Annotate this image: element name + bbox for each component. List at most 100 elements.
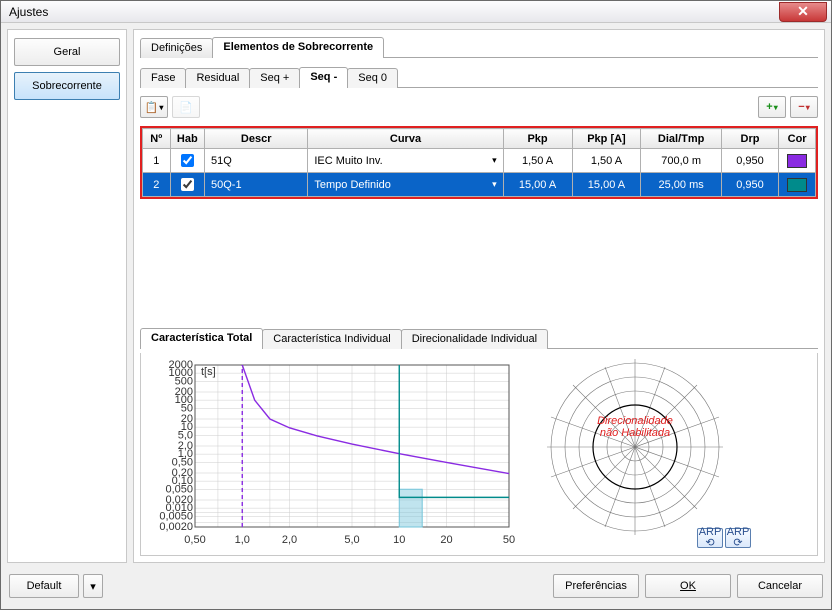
preferences-button[interactable]: Preferências <box>553 574 639 598</box>
sequence-tabs: Fase Residual Seq + Seq - Seq 0 <box>140 66 818 88</box>
window-title: Ajustes <box>1 5 48 19</box>
remove-button[interactable]: −▾ <box>790 96 818 118</box>
sidebar: Geral Sobrecorrente <box>7 29 127 563</box>
ok-button[interactable]: OK <box>645 574 731 598</box>
copy-button[interactable]: 📋▾ <box>140 96 168 118</box>
svg-text:0,50: 0,50 <box>184 534 205 546</box>
elements-table: Nº Hab Descr Curva Pkp Pkp [A] Dial/Tmp … <box>142 128 816 197</box>
chevron-down-icon: ▾ <box>90 581 96 593</box>
main-panel: Definições Elementos de Sobrecorrente Fa… <box>133 29 825 563</box>
time-current-chart: 0,00200,00500,0100,0200,0500,100,200,501… <box>147 359 517 549</box>
chart-tabs: Característica Total Característica Indi… <box>140 327 818 349</box>
arrow-right-icon: ⟳ <box>733 538 742 549</box>
cell-no: 2 <box>143 173 171 197</box>
polar-svg <box>525 359 745 549</box>
cell-pkp[interactable]: 1,50 A <box>503 149 572 173</box>
color-swatch[interactable] <box>787 178 807 192</box>
default-dropdown-button[interactable]: ▾ <box>83 574 103 598</box>
tab-direcionalidade-individual[interactable]: Direcionalidade Individual <box>401 329 548 349</box>
directionality-disabled-label: Direcionalidade não Habilitada <box>525 415 745 439</box>
col-cor[interactable]: Cor <box>779 129 816 149</box>
col-dial[interactable]: Dial/Tmp <box>641 129 721 149</box>
paste-button: 📄 <box>172 96 200 118</box>
directional-chart: Direcionalidade não Habilitada ARP⟲ ARP⟳ <box>525 359 745 549</box>
subtab-seq0[interactable]: Seq 0 <box>347 68 398 88</box>
paste-icon: 📄 <box>179 101 193 114</box>
col-pkp[interactable]: Pkp <box>503 129 572 149</box>
subtab-seqm[interactable]: Seq - <box>299 67 348 88</box>
subtab-fase[interactable]: Fase <box>140 68 186 88</box>
cell-drp[interactable]: 0,950 <box>721 149 778 173</box>
svg-text:2000: 2000 <box>169 359 193 371</box>
cell-descr[interactable]: 51Q <box>205 149 308 173</box>
svg-text:200: 200 <box>175 386 193 398</box>
chart-panel: 0,00200,00500,0100,0200,0500,100,200,501… <box>140 353 818 556</box>
svg-text:5,0: 5,0 <box>344 534 359 546</box>
col-curva[interactable]: Curva <box>308 129 503 149</box>
svg-text:50: 50 <box>503 534 515 546</box>
titlebar: Ajustes ✕ <box>1 1 831 23</box>
enable-checkbox[interactable] <box>181 178 194 191</box>
col-pkpa[interactable]: Pkp [A] <box>572 129 641 149</box>
subtab-residual[interactable]: Residual <box>185 68 250 88</box>
cell-pkpa[interactable]: 15,00 A <box>572 173 641 197</box>
cell-pkp[interactable]: 15,00 A <box>503 173 572 197</box>
cell-cor[interactable] <box>779 173 816 197</box>
arp-right-button[interactable]: ARP⟳ <box>725 528 751 548</box>
elements-table-outline: Nº Hab Descr Curva Pkp Pkp [A] Dial/Tmp … <box>140 126 818 199</box>
cell-no: 1 <box>143 149 171 173</box>
svg-text:2,0: 2,0 <box>282 534 297 546</box>
cell-hab[interactable] <box>170 149 204 173</box>
tab-elementos[interactable]: Elementos de Sobrecorrente <box>212 37 384 58</box>
table-empty-area <box>140 203 818 323</box>
enable-checkbox[interactable] <box>181 154 194 167</box>
toolbar: 📋▾ 📄 +▾ −▾ <box>140 96 818 118</box>
settings-window: Ajustes ✕ Geral Sobrecorrente Definições… <box>0 0 832 610</box>
cell-curva[interactable]: Tempo Definido <box>308 173 503 197</box>
cell-curva[interactable]: IEC Muito Inv. <box>308 149 503 173</box>
arrow-left-icon: ⟲ <box>705 538 714 549</box>
svg-text:0,020: 0,020 <box>165 494 193 506</box>
add-button[interactable]: +▾ <box>758 96 786 118</box>
sidebar-label-geral: Geral <box>54 46 81 58</box>
chevron-down-icon: ▾ <box>774 103 778 112</box>
tab-caracteristica-individual[interactable]: Característica Individual <box>262 329 401 349</box>
svg-text:1,0: 1,0 <box>235 534 250 546</box>
subtab-seqp[interactable]: Seq + <box>249 68 300 88</box>
default-button[interactable]: Default <box>9 574 79 598</box>
col-no[interactable]: Nº <box>143 129 171 149</box>
sidebar-item-sobrecorrente[interactable]: Sobrecorrente <box>14 72 120 100</box>
sidebar-item-geral[interactable]: Geral <box>14 38 120 66</box>
chevron-down-icon: ▾ <box>159 103 163 112</box>
cell-dial[interactable]: 25,00 ms <box>641 173 721 197</box>
chevron-down-icon: ▾ <box>806 103 810 112</box>
svg-text:0,20: 0,20 <box>172 467 193 479</box>
tab-definicoes[interactable]: Definições <box>140 38 213 58</box>
svg-text:2,0: 2,0 <box>178 440 193 452</box>
close-button[interactable]: ✕ <box>779 2 827 22</box>
table-row[interactable]: 2 50Q-1 Tempo Definido 15,00 A 15,00 A 2… <box>143 173 816 197</box>
cell-cor[interactable] <box>779 149 816 173</box>
sidebar-label-sobrecorrente: Sobrecorrente <box>32 80 102 92</box>
copy-icon: 📋 <box>145 101 159 114</box>
cancel-button[interactable]: Cancelar <box>737 574 823 598</box>
arp-left-button[interactable]: ARP⟲ <box>697 528 723 548</box>
cell-drp[interactable]: 0,950 <box>721 173 778 197</box>
tab-caracteristica-total[interactable]: Característica Total <box>140 328 263 349</box>
col-descr[interactable]: Descr <box>205 129 308 149</box>
table-row[interactable]: 1 51Q IEC Muito Inv. 1,50 A 1,50 A 700,0… <box>143 149 816 173</box>
cell-descr[interactable]: 50Q-1 <box>205 173 308 197</box>
svg-text:20: 20 <box>181 413 193 425</box>
svg-text:0,0020: 0,0020 <box>159 521 193 533</box>
footer: Default ▾ Preferências OK Cancelar <box>7 569 825 603</box>
cell-hab[interactable] <box>170 173 204 197</box>
plus-icon: + <box>766 101 772 113</box>
col-drp[interactable]: Drp <box>721 129 778 149</box>
color-swatch[interactable] <box>787 154 807 168</box>
cell-pkpa[interactable]: 1,50 A <box>572 149 641 173</box>
minus-icon: − <box>798 101 804 113</box>
svg-text:10: 10 <box>393 534 405 546</box>
cell-dial[interactable]: 700,0 m <box>641 149 721 173</box>
svg-text:20: 20 <box>440 534 452 546</box>
col-hab[interactable]: Hab <box>170 129 204 149</box>
